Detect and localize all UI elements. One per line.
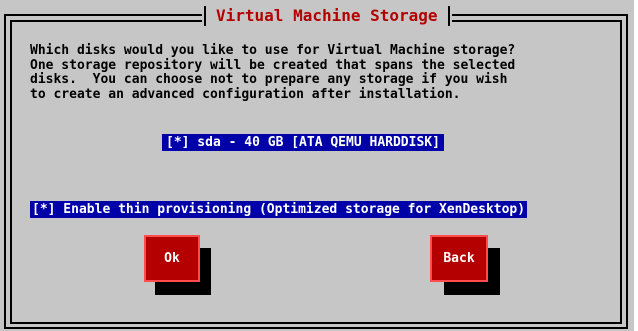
storage-prompt-text: Which disks would you like to use for Vi… xyxy=(30,43,516,102)
back-button[interactable]: Back xyxy=(430,235,488,282)
installer-screen: Virtual Machine Storage Which disks woul… xyxy=(0,0,638,331)
dialog-title: Virtual Machine Storage xyxy=(216,6,438,25)
ok-button[interactable]: Ok xyxy=(144,235,200,282)
storage-dialog: Virtual Machine Storage Which disks woul… xyxy=(0,0,634,331)
thin-provisioning-checkbox[interactable]: [*] Enable thin provisioning (Optimized … xyxy=(30,201,528,218)
title-right-bracket xyxy=(447,6,450,26)
dialog-title-bar: Virtual Machine Storage xyxy=(202,6,452,26)
disk-checkbox-sda[interactable]: [*] sda - 40 GB [ATA QEMU HARDDISK] xyxy=(162,134,444,151)
